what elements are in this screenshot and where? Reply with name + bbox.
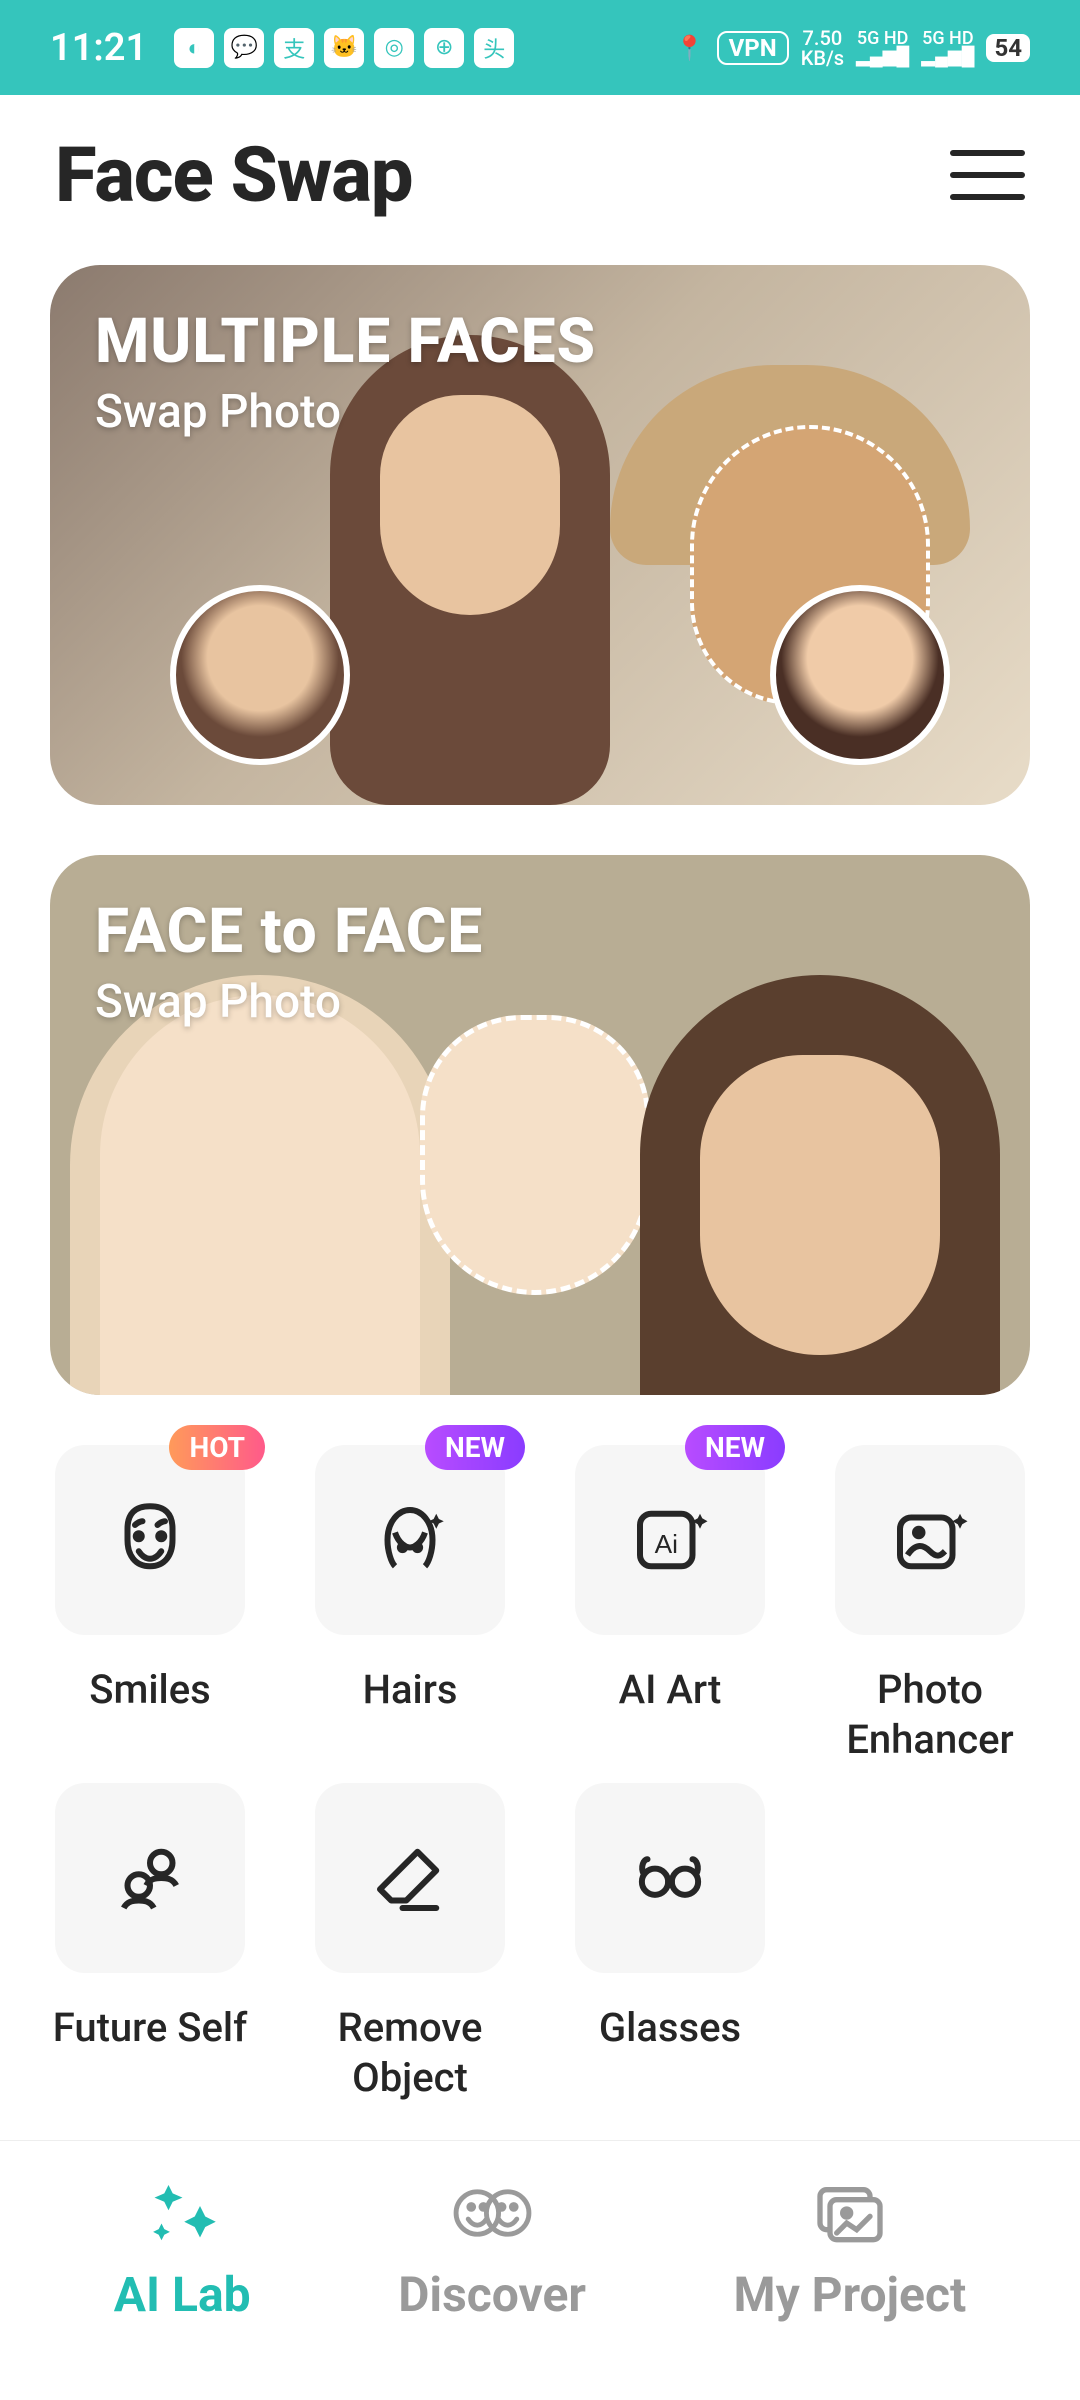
sparkles-icon [140,2178,225,2248]
tool-hairs[interactable]: NEW Hairs [310,1445,510,1765]
tool-label: Photo Enhancer [830,1665,1030,1765]
notif-icon-3: 支 [274,28,314,68]
face-bubble-2 [770,585,950,765]
decorative-face-right [640,975,1000,1395]
tool-label: AI Art [619,1665,722,1715]
nav-ai-lab[interactable]: AI Lab [114,2178,251,2323]
notif-icon-2: 💬 [224,28,264,68]
bottom-nav: AI Lab Discover My Project [0,2140,1080,2400]
tool-label: Hairs [363,1665,458,1715]
photo-enhancer-icon [885,1495,975,1585]
card-multiple-faces[interactable]: MULTIPLE FACES Swap Photo [50,265,1030,805]
status-bar: 11:21 ◐ 💬 支 🐱 ◎ ⊕ 头 📍 VPN 7.50 KB/s 5G H… [0,0,1080,95]
nav-my-project[interactable]: My Project [734,2178,967,2323]
card-f2f-title: FACE to FACE [95,895,483,968]
new-badge: NEW [425,1425,525,1470]
netspeed-indicator: 7.50 KB/s [801,28,844,68]
signal-bars-icon: ▂▄▆█ [921,48,974,66]
tools-grid: HOT Smiles NEW Hairs [50,1445,1030,2103]
hot-badge: HOT [169,1425,265,1470]
main-content: MULTIPLE FACES Swap Photo FACE to FACE S… [0,245,1080,2103]
tool-label: Glasses [599,2003,741,2053]
tool-label: Smiles [89,1665,210,1715]
battery-indicator: 54 [986,34,1030,62]
tool-smiles[interactable]: HOT Smiles [50,1445,250,1765]
vpn-badge: VPN [717,31,789,65]
notif-icon-5: ◎ [374,28,414,68]
status-right: 📍 VPN 7.50 KB/s 5G HD ▂▄▆█ 5G HD ▂▄▆█ 54 [675,28,1030,68]
card-multiple-subtitle: Swap Photo [95,385,341,439]
tool-label: Future Self [53,2003,248,2053]
menu-icon[interactable] [950,150,1025,200]
faces-icon [450,2178,535,2248]
notif-icon-4: 🐱 [324,28,364,68]
nav-label: Discover [398,2266,586,2323]
smile-icon [105,1495,195,1585]
signal-bars-icon: ▂▄▆█ [856,48,909,66]
ai-art-icon: Ai [625,1495,715,1585]
notif-icon-7: 头 [474,28,514,68]
tool-label: Remove Object [310,2003,510,2103]
nav-discover[interactable]: Discover [398,2178,586,2323]
decorative-person-1 [330,335,610,805]
future-self-icon [105,1833,195,1923]
hairs-icon [365,1495,455,1585]
tool-photo-enhancer[interactable]: Photo Enhancer [830,1445,1030,1765]
nav-label: AI Lab [114,2266,251,2323]
nav-label: My Project [734,2266,967,2323]
status-left: 11:21 ◐ 💬 支 🐱 ◎ ⊕ 头 [50,26,514,70]
svg-text:Ai: Ai [655,1529,678,1559]
decorative-face-left [100,995,420,1395]
tool-ai-art[interactable]: NEW Ai AI Art [570,1445,770,1765]
signal-1: 5G HD ▂▄▆█ [856,30,909,66]
card-multiple-title: MULTIPLE FACES [95,305,596,378]
glasses-icon [625,1833,715,1923]
card-f2f-subtitle: Swap Photo [95,975,341,1029]
tool-remove-object[interactable]: Remove Object [310,1783,510,2103]
eraser-icon [365,1833,455,1923]
notif-icon-6: ⊕ [424,28,464,68]
location-icon: 📍 [675,34,705,62]
notif-icon-1: ◐ [174,28,214,68]
app-title: Face Swap [55,130,413,220]
decorative-face-outline [420,1015,650,1295]
face-bubble-1 [170,585,350,765]
gallery-icon [807,2178,892,2248]
tool-future-self[interactable]: Future Self [50,1783,250,2103]
signal-2: 5G HD ▂▄▆█ [921,30,974,66]
status-tray-icons: ◐ 💬 支 🐱 ◎ ⊕ 头 [174,28,514,68]
card-face-to-face[interactable]: FACE to FACE Swap Photo [50,855,1030,1395]
tool-glasses[interactable]: Glasses [570,1783,770,2103]
app-header: Face Swap [0,95,1080,245]
status-time: 11:21 [50,26,147,70]
new-badge: NEW [685,1425,785,1470]
